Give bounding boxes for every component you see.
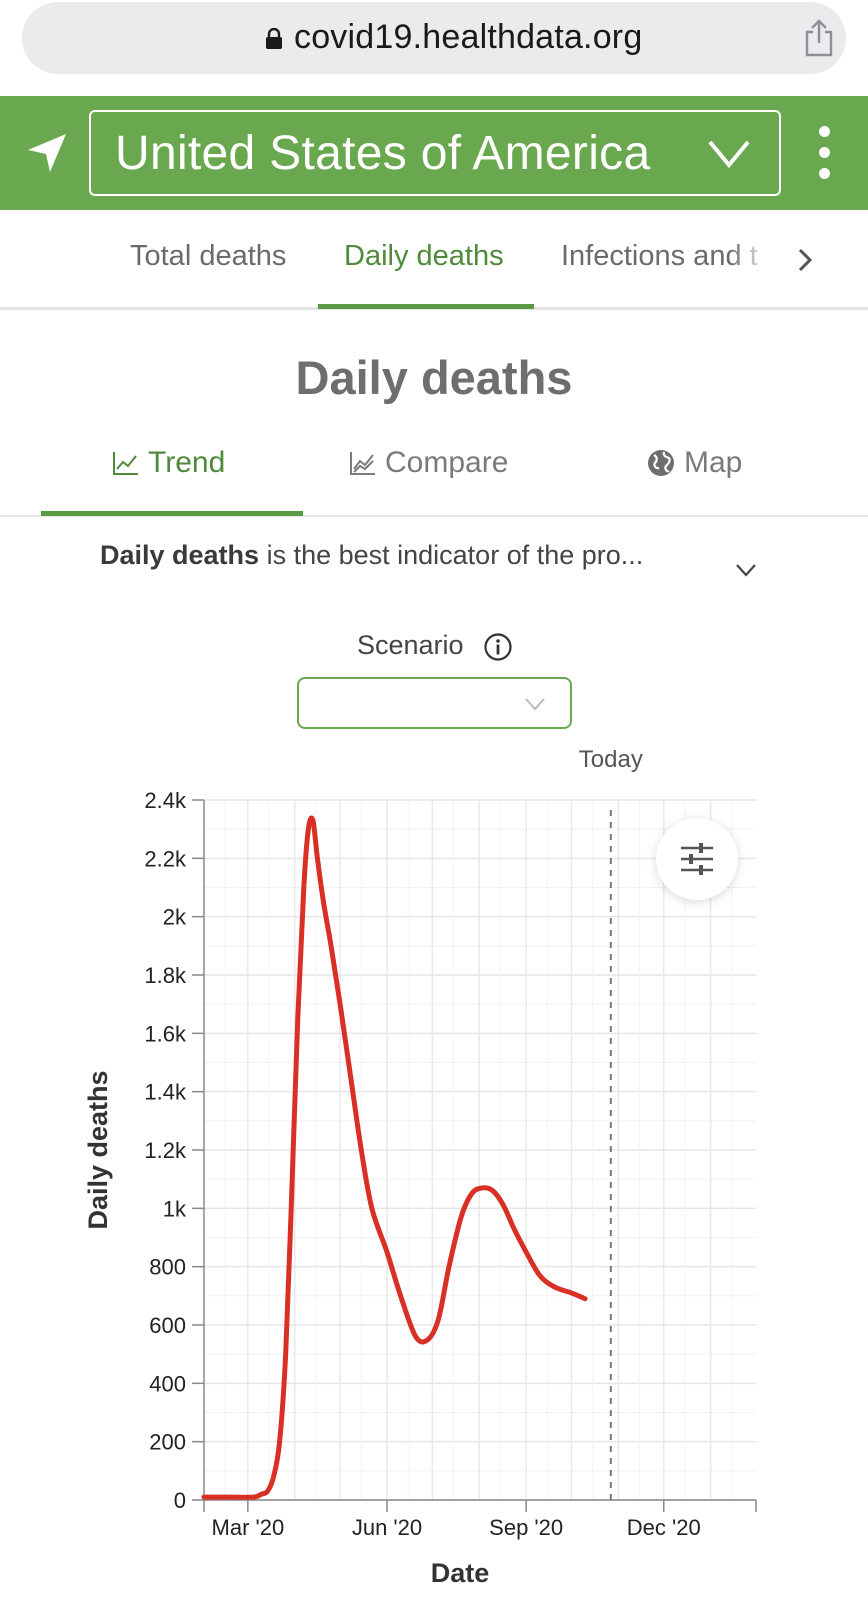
view-tabs: Trend Compare Map	[0, 432, 868, 517]
x-axis-title: Date	[431, 1558, 490, 1588]
scenario-select[interactable]	[297, 677, 572, 729]
country-select[interactable]: United States of America	[89, 110, 781, 196]
tab-total-deaths[interactable]: Total deaths	[130, 240, 286, 273]
location-arrow-icon[interactable]	[24, 130, 70, 176]
tab-daily-deaths[interactable]: Daily deaths	[344, 240, 504, 273]
y-tick-label: 2k	[163, 905, 187, 930]
info-icon[interactable]	[483, 632, 513, 662]
chevron-right-icon[interactable]	[796, 246, 814, 274]
tab-trend[interactable]: Trend	[112, 446, 225, 480]
description[interactable]: Daily deaths is the best indicator of th…	[100, 540, 643, 571]
y-tick-label: 1.8k	[144, 963, 187, 988]
chevron-down-icon	[708, 140, 750, 169]
y-tick-label: 1.2k	[144, 1138, 187, 1163]
today-label: Today	[579, 750, 643, 773]
chart-settings-button[interactable]	[656, 818, 738, 900]
y-tick-label: 2.2k	[144, 846, 187, 871]
tab-compare[interactable]: Compare	[349, 446, 508, 480]
active-tab-indicator	[318, 304, 534, 309]
y-tick-label: 1.6k	[144, 1021, 187, 1046]
y-tick-label: 800	[149, 1255, 186, 1280]
y-axis-ticks: 0 200 400 600 800 1k 1.2k 1.4k 1.6k 1.8k 2k 2.2k 2.4…	[144, 788, 204, 1513]
active-subtab-indicator	[41, 511, 303, 516]
y-tick-label: 1.4k	[144, 1080, 187, 1105]
y-tick-label: 0	[174, 1488, 186, 1513]
chevron-down-icon	[525, 698, 545, 711]
tab-compare-label: Compare	[385, 446, 509, 479]
lock-icon	[266, 28, 282, 49]
expand-chevron-icon[interactable]	[735, 562, 757, 578]
globe-icon	[648, 450, 674, 476]
tab-infections[interactable]: Infections and t	[561, 240, 758, 273]
description-text: is the best indicator of the pro...	[259, 540, 644, 570]
y-tick-label: 2.4k	[144, 788, 187, 813]
browser-bar: covid19.healthdata.org	[0, 0, 868, 96]
page-title: Daily deaths	[295, 351, 573, 404]
x-tick-label: Sep '20	[489, 1515, 563, 1540]
metric-tabs: Total deaths Daily deaths Infections and…	[0, 210, 868, 310]
tab-trend-label: Trend	[148, 446, 226, 479]
trend-icon	[113, 452, 138, 475]
chart-axes	[203, 800, 757, 1512]
app-header: United States of America	[0, 96, 868, 210]
x-tick-label: Mar '20	[212, 1515, 285, 1540]
y-tick-label: 200	[149, 1430, 186, 1455]
share-icon[interactable]	[802, 18, 836, 58]
y-tick-label: 1k	[163, 1196, 187, 1221]
scenario-label: Scenario	[357, 630, 464, 660]
compare-icon	[350, 452, 375, 475]
country-value: United States of America	[115, 127, 651, 180]
x-tick-label: Jun '20	[352, 1515, 422, 1540]
daily-deaths-line	[201, 815, 588, 1500]
y-axis-title: Daily deaths	[83, 1070, 113, 1229]
chart-grid	[204, 799, 756, 1501]
tabs-fade	[730, 230, 770, 290]
more-menu-icon[interactable]	[816, 126, 832, 180]
tab-map[interactable]: Map	[646, 446, 742, 480]
today-marker: Today	[579, 750, 643, 1500]
y-tick-label: 400	[149, 1371, 186, 1396]
tab-map-label: Map	[684, 446, 743, 479]
y-tick-label: 600	[149, 1313, 186, 1338]
chart-series	[201, 815, 588, 1500]
sliders-icon	[681, 843, 713, 875]
x-tick-label: Dec '20	[627, 1515, 701, 1540]
x-axis-ticks: Mar '20 Jun '20 Sep '20 Dec '20	[212, 1500, 701, 1540]
description-bold: Daily deaths	[100, 540, 260, 570]
url-text: covid19.healthdata.org	[294, 18, 643, 56]
daily-deaths-chart: 0 200 400 600 800 1k 1.2k 1.4k 1.6k 1.8k 2k 2.2k 2.4…	[83, 750, 757, 1588]
address-bar[interactable]: covid19.healthdata.org	[22, 2, 846, 74]
